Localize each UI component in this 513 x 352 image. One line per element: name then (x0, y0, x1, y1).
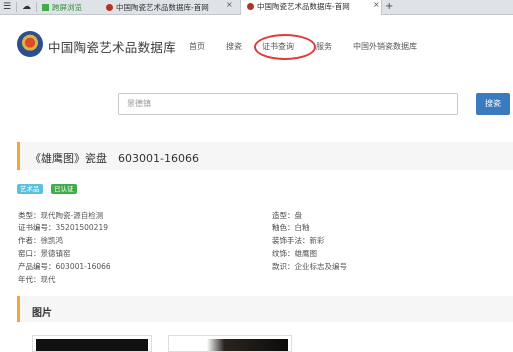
product-title: 《雄鹰图》瓷盘 603001-16066 (30, 152, 199, 165)
close-tab-icon[interactable]: × (226, 0, 233, 9)
search-button[interactable]: 搜瓷 (476, 93, 510, 115)
browser-tab-strip: ☰ ☁ 跨屏浏览 中国陶瓷艺术品数据库-首网 × 中国陶瓷艺术品数据库-首网 ×… (0, 0, 513, 15)
tab-label: 中国陶瓷艺术品数据库-首网 (116, 3, 209, 12)
pictures-title-bar (17, 296, 513, 322)
pictures-title: 图片 (32, 308, 52, 319)
detail-era: 年代：现代 (18, 275, 56, 284)
product-image (36, 339, 148, 351)
close-tab-icon[interactable]: × (373, 0, 380, 9)
tab-label: 中国陶瓷艺术品数据库-首网 (257, 2, 350, 11)
detail-author: 作者：徐凯鸿 (18, 236, 63, 245)
badge-certified: 已认证 (51, 184, 77, 194)
tab-database-1[interactable]: 中国陶瓷艺术品数据库-首网 (106, 1, 236, 15)
nav-export-porcelain-db[interactable]: 中国外销瓷数据库 (353, 41, 417, 52)
product-image-thumb[interactable] (32, 335, 152, 352)
divider (36, 2, 37, 12)
tab-database-2-active[interactable]: 中国陶瓷艺术品数据库-首网 (240, 0, 382, 15)
detail-shape: 造型：盘 (272, 211, 302, 220)
detail-pattern: 纹饰：雄鹰图 (272, 249, 317, 258)
menu-icon[interactable]: ☰ (3, 1, 11, 15)
site-favicon-icon (106, 4, 113, 11)
new-tab-button[interactable]: + (385, 1, 393, 15)
tab-cross-screen[interactable]: 跨屏浏览 (42, 1, 100, 15)
detail-kiln: 窑口：景德镇窑 (18, 249, 71, 258)
cloud-icon[interactable]: ☁ (22, 1, 31, 15)
product-image-thumb[interactable] (168, 335, 292, 352)
site-title[interactable]: 中国陶瓷艺术品数据库 (48, 37, 176, 56)
detail-product-no: 产品编号：603001-16066 (18, 262, 111, 271)
detail-decoration: 装饰手法：新彩 (272, 236, 325, 245)
site-logo[interactable] (17, 31, 43, 57)
nav-search-porcelain[interactable]: 搜瓷 (226, 41, 242, 52)
badge-artwork: 艺术品 (17, 184, 43, 194)
detail-glaze: 釉色：白釉 (272, 223, 310, 232)
detail-type: 类型：现代陶瓷-源自检测 (18, 211, 104, 220)
red-circle-annotation (254, 34, 316, 60)
tab-label: 跨屏浏览 (52, 3, 82, 12)
detail-mark: 款识：企业标志及编号 (272, 262, 347, 271)
nav-home[interactable]: 首页 (189, 41, 205, 52)
divider (16, 2, 17, 12)
product-image (172, 339, 288, 351)
search-input[interactable]: 景德镇 (118, 93, 458, 115)
nav-services[interactable]: 服务 (316, 41, 332, 52)
detail-certificate-no: 证书编号：35201500219 (18, 223, 108, 232)
site-favicon-icon (247, 3, 254, 10)
cross-screen-icon (42, 4, 49, 11)
